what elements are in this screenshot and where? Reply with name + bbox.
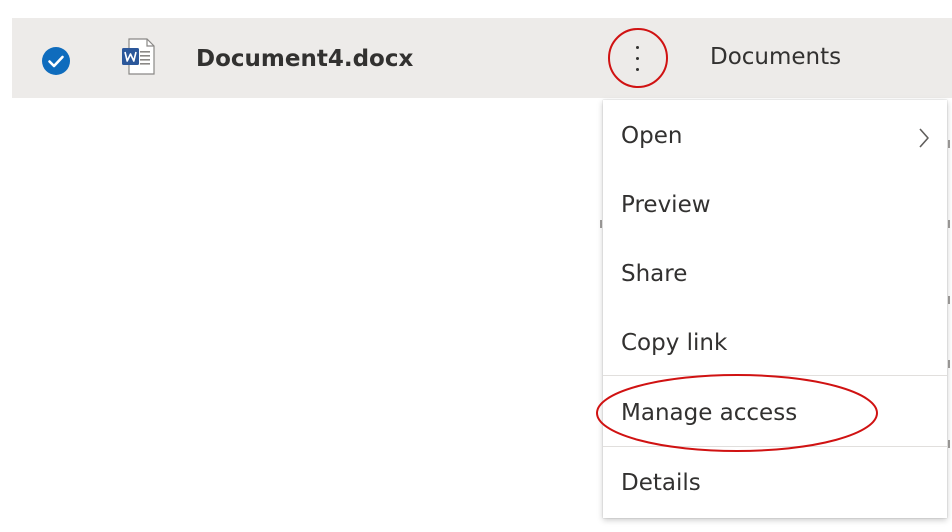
menu-item-label: Share: [621, 261, 688, 287]
file-name[interactable]: Document4.docx: [196, 46, 413, 72]
file-row[interactable]: Document4.docx Documents: [12, 18, 952, 98]
context-menu: Open Preview Share Copy link Manage acce…: [603, 100, 947, 518]
word-document-icon: [120, 38, 156, 76]
more-vertical-icon: [636, 46, 640, 72]
chevron-right-icon: [917, 127, 931, 149]
menu-item-label: Manage access: [621, 400, 798, 426]
underlying-list-fragment: [948, 296, 950, 304]
more-options-button[interactable]: [608, 28, 668, 88]
menu-item-label: Preview: [621, 192, 711, 218]
checkmark-circle-icon[interactable]: [41, 46, 71, 76]
menu-item-preview[interactable]: Preview: [603, 172, 947, 240]
underlying-list-fragment: [948, 360, 950, 368]
menu-item-manage-access[interactable]: Manage access: [603, 380, 947, 448]
underlying-list-fragment: [600, 220, 602, 228]
menu-item-label: Details: [621, 470, 701, 496]
menu-divider: [603, 446, 947, 447]
underlying-list-fragment: [948, 220, 950, 228]
menu-item-open[interactable]: Open: [603, 103, 947, 171]
file-location: Documents: [710, 44, 842, 70]
menu-divider: [603, 375, 947, 376]
menu-item-label: Copy link: [621, 330, 728, 356]
menu-item-label: Open: [621, 123, 683, 149]
menu-item-details[interactable]: Details: [603, 450, 947, 518]
underlying-list-fragment: [948, 140, 950, 148]
underlying-list-fragment: [948, 440, 950, 448]
menu-item-copy-link[interactable]: Copy link: [603, 310, 947, 378]
menu-item-share[interactable]: Share: [603, 241, 947, 309]
